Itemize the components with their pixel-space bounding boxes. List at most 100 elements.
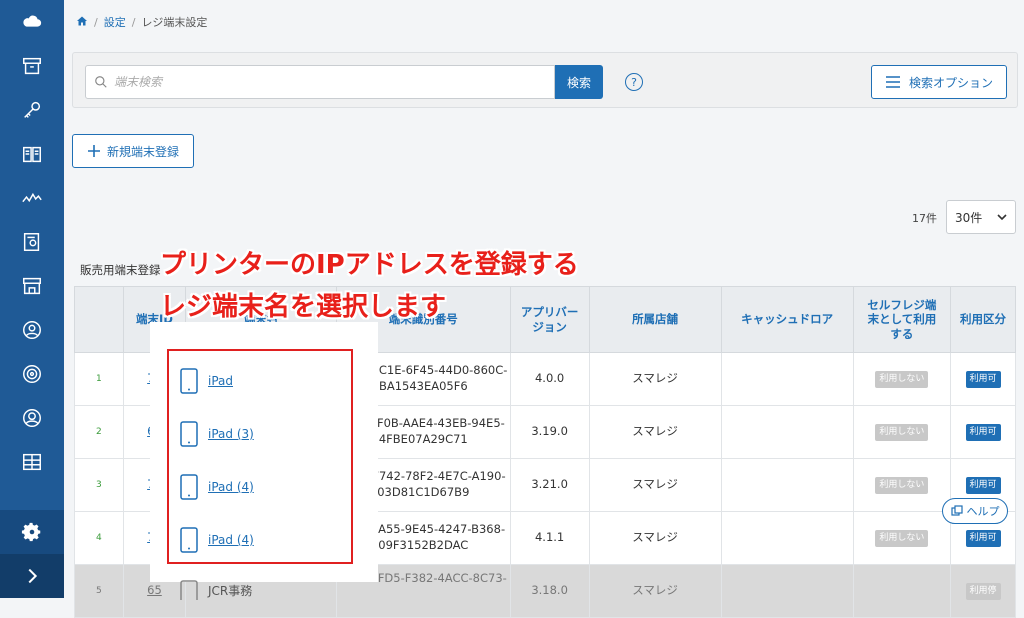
per-page-select[interactable]: 30件 [946, 200, 1016, 234]
tablet-icon [180, 421, 198, 447]
terminal-name-text[interactable]: JCR事務 [208, 582, 252, 599]
breadcrumb-separator: / [94, 15, 98, 29]
user-icon[interactable] [0, 308, 64, 352]
grid-icon[interactable] [0, 440, 64, 484]
header-cash-drawer: キャッシュドロア [720, 286, 854, 353]
tablet-icon [180, 474, 198, 500]
plus-icon [87, 145, 100, 157]
settings-item[interactable] [0, 510, 64, 554]
chart-line-icon[interactable] [0, 176, 64, 220]
status-badge: 利用停 [965, 583, 1001, 600]
cash-drawer-cell [720, 405, 854, 459]
tablet-icon [180, 580, 198, 600]
home-icon[interactable] [76, 15, 88, 30]
store-cell: スマレジ [588, 405, 722, 459]
expand-sidebar-button[interactable] [0, 554, 64, 598]
new-terminal-label: 新規端末登録 [106, 144, 179, 159]
terminal-name-entry[interactable]: JCR事務 [180, 580, 252, 600]
self-register-cell [852, 564, 952, 618]
gear-icon[interactable] [0, 510, 64, 554]
store-icon[interactable] [0, 264, 64, 308]
store-cell: スマレジ [588, 564, 722, 618]
search-panel: 検索 ? 検索オプション [72, 52, 1018, 108]
header-version: アプリバー ジョン [509, 286, 590, 353]
status-badge: 利用可 [965, 530, 1001, 547]
cash-drawer-cell [720, 511, 854, 565]
status-cell: 利用停 [950, 564, 1016, 618]
search-button[interactable]: 検索 [555, 65, 603, 99]
terminal-name-entry[interactable]: iPad (3) [180, 421, 254, 447]
store-cell: スマレジ [588, 511, 722, 565]
customer-icon[interactable] [0, 396, 64, 440]
app-version-cell: 3.19.0 [509, 405, 590, 459]
search-options-label: 検索オプション [908, 75, 993, 90]
search-field[interactable] [85, 65, 555, 99]
row-number: 4 [74, 511, 124, 565]
archive-box-icon[interactable] [0, 44, 64, 88]
self-register-badge: 利用しない [875, 477, 929, 494]
report-icon[interactable] [0, 220, 64, 264]
key-icon[interactable] [0, 88, 64, 132]
row-number: 5 [74, 564, 124, 618]
search-icon [95, 76, 107, 88]
app-version-cell: 3.21.0 [509, 458, 590, 512]
per-page-value: 30件 [955, 210, 983, 225]
sidebar [0, 0, 64, 598]
self-register-cell: 利用しない [852, 458, 952, 512]
cash-drawer-cell [720, 458, 854, 512]
windows-icon [950, 505, 963, 516]
row-number: 2 [74, 405, 124, 459]
terminal-name-entry[interactable]: iPad (4) [180, 527, 254, 553]
uuid-line: BA1543EA05F6 [378, 379, 468, 393]
search-input[interactable] [114, 75, 544, 89]
result-count: 17件 [912, 212, 937, 225]
app-version-cell: 4.1.1 [509, 511, 590, 565]
header-self-register: セルフレジ端 末として利用 する [852, 286, 952, 353]
terminal-name-link[interactable]: iPad (4) [208, 480, 254, 494]
header-store: 所属店舗 [588, 286, 722, 353]
terminal-name-link[interactable]: iPad [208, 374, 233, 388]
cash-drawer-cell [720, 352, 854, 406]
annotation-line-1: プリンターのIPアドレスを登録する [160, 250, 579, 280]
breadcrumb-settings-link[interactable]: 設定 [104, 14, 126, 30]
breadcrumb-separator: / [131, 15, 136, 29]
header-status: 利用区分 [950, 286, 1016, 353]
app-version-cell: 4.0.0 [509, 352, 590, 406]
self-register-badge: 利用しない [875, 530, 929, 547]
search-options-button[interactable]: 検索オプション [871, 65, 1007, 99]
status-cell: 利用可 [950, 352, 1016, 406]
app-version-cell: 3.18.0 [509, 564, 590, 618]
status-badge: 利用可 [965, 371, 1001, 388]
new-terminal-button[interactable]: 新規端末登録 [72, 134, 194, 168]
row-number: 1 [74, 352, 124, 406]
book-icon[interactable] [0, 132, 64, 176]
uuid-line: 09F3152B2DAC [378, 538, 469, 552]
hamburger-icon [885, 76, 900, 88]
terminal-name-link[interactable]: iPad (4) [208, 533, 254, 547]
annotation-line-2: レジ端末名を選択します [160, 292, 447, 322]
help-label: ヘルプ [966, 505, 1000, 518]
breadcrumb-current: レジ端末設定 [141, 16, 208, 29]
self-register-badge: 利用しない [875, 371, 929, 388]
cloud-logo-icon[interactable] [0, 0, 64, 44]
self-register-cell: 利用しない [852, 405, 952, 459]
status-badge: 利用可 [965, 477, 1001, 494]
row-number: 3 [74, 458, 124, 512]
question-icon[interactable]: ? [625, 73, 643, 91]
self-register-cell: 利用しない [852, 352, 952, 406]
terminal-name-link[interactable]: iPad (3) [208, 427, 254, 441]
target-icon[interactable] [0, 352, 64, 396]
terminal-id-link[interactable]: 65 [147, 583, 162, 597]
terminal-name-entry[interactable]: iPad [180, 368, 233, 394]
terminal-tab-label: 販売用端末登録 [80, 263, 161, 277]
self-register-badge: 利用しない [875, 424, 929, 441]
header-no [74, 286, 124, 353]
chevron-down-icon [997, 214, 1007, 221]
help-button[interactable]: ヘルプ [942, 498, 1008, 524]
status-badge: 利用可 [965, 424, 1001, 441]
tablet-icon [180, 527, 198, 553]
cash-drawer-cell [720, 564, 854, 618]
terminal-name-entry[interactable]: iPad (4) [180, 474, 254, 500]
chevron-right-icon[interactable] [0, 554, 64, 598]
self-register-cell: 利用しない [852, 511, 952, 565]
